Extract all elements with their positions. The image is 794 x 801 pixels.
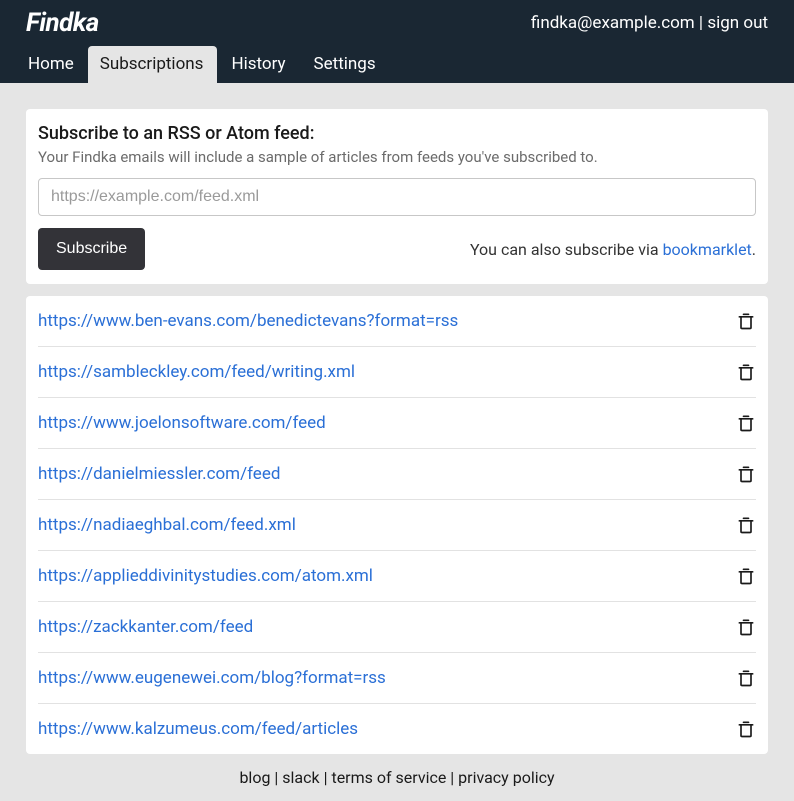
app-header: Findka findka@example.com | sign out Hom…: [0, 0, 794, 83]
trash-icon[interactable]: [736, 412, 756, 434]
subscribe-button[interactable]: Subscribe: [38, 228, 145, 270]
footer-tos-link[interactable]: terms of service: [331, 768, 446, 787]
separator: |: [320, 768, 332, 787]
separator: |: [270, 768, 282, 787]
feed-url-input[interactable]: [38, 178, 756, 216]
feed-row: https://www.kalzumeus.com/feed/articles: [38, 704, 756, 754]
logo: Findka: [26, 8, 99, 38]
panel-subtitle: Your Findka emails will include a sample…: [38, 148, 756, 166]
user-area: findka@example.com | sign out: [531, 13, 768, 33]
trash-icon[interactable]: [736, 565, 756, 587]
feed-link[interactable]: https://www.ben-evans.com/benedictevans?…: [38, 311, 458, 331]
footer-slack-link[interactable]: slack: [282, 768, 319, 787]
nav-item-home[interactable]: Home: [26, 46, 88, 83]
trash-icon[interactable]: [736, 718, 756, 740]
main-nav: HomeSubscriptionsHistorySettings: [26, 46, 768, 83]
feed-list: https://www.ben-evans.com/benedictevans?…: [26, 296, 768, 754]
user-email: findka@example.com: [531, 13, 695, 33]
feed-row: https://nadiaeghbal.com/feed.xml: [38, 500, 756, 551]
feed-row: https://applieddivinitystudies.com/atom.…: [38, 551, 756, 602]
footer-privacy-link[interactable]: privacy policy: [458, 768, 554, 787]
trash-icon[interactable]: [736, 310, 756, 332]
trash-icon[interactable]: [736, 361, 756, 383]
feed-row: https://danielmiessler.com/feed: [38, 449, 756, 500]
nav-item-settings[interactable]: Settings: [300, 46, 390, 83]
sign-out-link[interactable]: sign out: [707, 13, 768, 33]
feed-row: https://www.eugenewei.com/blog?format=rs…: [38, 653, 756, 704]
panel-title: Subscribe to an RSS or Atom feed:: [38, 123, 756, 144]
subscribe-panel: Subscribe to an RSS or Atom feed: Your F…: [26, 109, 768, 284]
feed-row: https://zackkanter.com/feed: [38, 602, 756, 653]
bookmarklet-link[interactable]: bookmarklet: [663, 240, 752, 259]
bookmarklet-hint: You can also subscribe via bookmarklet.: [470, 240, 756, 259]
feed-link[interactable]: https://sambleckley.com/feed/writing.xml: [38, 362, 355, 382]
hint-prefix: You can also subscribe via: [470, 240, 663, 259]
feed-row: https://www.joelonsoftware.com/feed: [38, 398, 756, 449]
feed-link[interactable]: https://www.kalzumeus.com/feed/articles: [38, 719, 358, 739]
feed-row: https://www.ben-evans.com/benedictevans?…: [38, 296, 756, 347]
trash-icon[interactable]: [736, 463, 756, 485]
feed-link[interactable]: https://danielmiessler.com/feed: [38, 464, 280, 484]
feed-link[interactable]: https://nadiaeghbal.com/feed.xml: [38, 515, 296, 535]
separator: |: [446, 768, 458, 787]
nav-item-subscriptions[interactable]: Subscriptions: [88, 46, 218, 83]
feed-link[interactable]: https://www.joelonsoftware.com/feed: [38, 413, 326, 433]
separator: |: [695, 13, 708, 33]
hint-suffix: .: [752, 240, 756, 259]
trash-icon[interactable]: [736, 514, 756, 536]
trash-icon[interactable]: [736, 616, 756, 638]
feed-link[interactable]: https://zackkanter.com/feed: [38, 617, 253, 637]
feed-link[interactable]: https://www.eugenewei.com/blog?format=rs…: [38, 668, 386, 688]
footer: blog | slack | terms of service | privac…: [26, 754, 768, 801]
trash-icon[interactable]: [736, 667, 756, 689]
footer-blog-link[interactable]: blog: [239, 768, 270, 787]
feed-row: https://sambleckley.com/feed/writing.xml: [38, 347, 756, 398]
nav-item-history[interactable]: History: [217, 46, 299, 83]
feed-link[interactable]: https://applieddivinitystudies.com/atom.…: [38, 566, 373, 586]
